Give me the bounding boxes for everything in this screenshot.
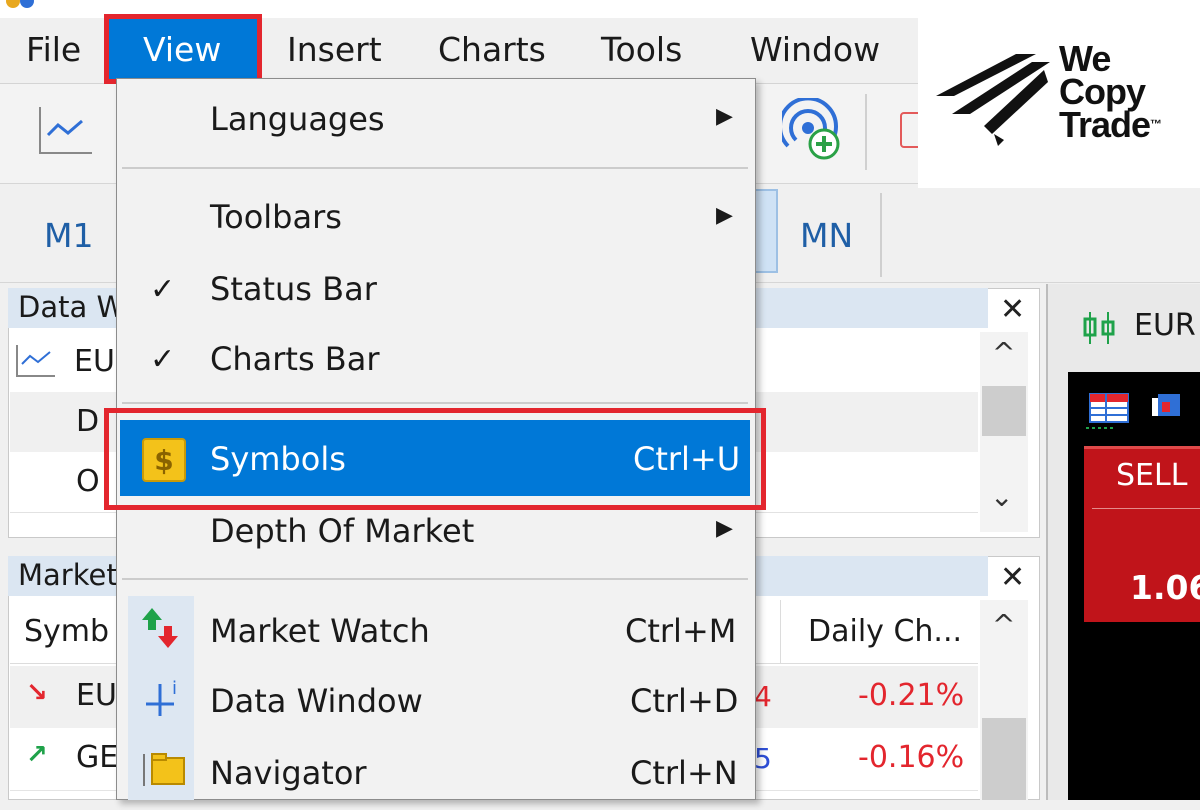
market-watch-scroll-thumb[interactable]	[982, 718, 1026, 800]
sell-divider	[1092, 508, 1200, 509]
column-separator[interactable]	[780, 600, 781, 664]
menu-item-data-window-shortcut: Ctrl+D	[630, 682, 739, 720]
wecopytrade-mark-icon	[936, 54, 1050, 146]
toolbar-separator	[865, 94, 867, 170]
data-window-field: D	[76, 404, 100, 439]
svg-text:i: i	[172, 678, 177, 699]
trend-up-icon: ↗	[26, 740, 48, 770]
menu-item-market-watch-label: Market Watch	[210, 612, 430, 650]
menu-item-navigator-label: Navigator	[210, 754, 367, 792]
submenu-arrow-icon: ▶	[716, 104, 733, 129]
data-window-symbol: EU	[74, 344, 115, 379]
data-window-scroll-thumb[interactable]	[982, 386, 1026, 436]
scroll-up-icon[interactable]: ^	[992, 608, 1015, 641]
market-watch-price: 4	[754, 680, 772, 713]
market-watch-price: 5	[754, 742, 772, 775]
dollar-icon: $	[142, 438, 186, 482]
market-watch-title: Market	[18, 558, 118, 592]
menu-item-languages-label: Languages	[210, 100, 385, 138]
menu-separator	[122, 167, 748, 169]
market-watch-close-icon[interactable]: ✕	[1000, 560, 1025, 595]
menu-item-market-watch-shortcut: Ctrl+M	[625, 612, 737, 650]
timeframe-m1[interactable]: M1	[44, 216, 93, 255]
wecopytrade-wordmark: We Copy Trade™	[1059, 41, 1162, 143]
market-watch-symbol: EU	[76, 678, 117, 713]
submenu-arrow-icon: ▶	[716, 516, 733, 541]
menu-item-depth-of-market-label: Depth Of Market	[210, 512, 475, 550]
menu-charts[interactable]: Charts	[438, 30, 546, 70]
market-watch-daily-change: -0.21%	[858, 678, 965, 713]
menu-window[interactable]: Window	[750, 30, 880, 70]
menu-item-toolbars-label: Toolbars	[210, 198, 342, 236]
check-icon: ✓	[150, 342, 176, 377]
wecopytrade-logo: We Copy Trade™	[918, 18, 1200, 188]
app-logo-icon	[2, 0, 48, 8]
scroll-down-icon[interactable]: ⌄	[990, 480, 1013, 513]
line-chart-icon[interactable]	[38, 105, 94, 157]
market-watch-symbol: GE	[76, 740, 119, 775]
menu-tools[interactable]: Tools	[601, 30, 682, 70]
timeframe-mn[interactable]: MN	[800, 216, 853, 255]
menu-view[interactable]: View	[143, 30, 221, 70]
menu-item-charts-bar-label: Charts Bar	[210, 340, 380, 378]
menu-item-symbols-label: Symbols	[210, 440, 346, 478]
line-chart-icon	[16, 345, 55, 377]
signals-icon[interactable]	[778, 96, 844, 162]
chart-trade-icons	[1086, 388, 1200, 432]
brand-line-3: Trade	[1059, 104, 1151, 145]
menu-separator	[122, 402, 748, 404]
brand-trademark: ™	[1150, 117, 1162, 131]
scroll-up-icon[interactable]: ^	[992, 336, 1015, 369]
menu-separator	[122, 578, 748, 580]
column-daily-change[interactable]: Daily Ch...	[808, 614, 962, 649]
menu-item-data-window-label: Data Window	[210, 682, 423, 720]
sell-label: SELL	[1116, 458, 1188, 493]
trend-down-icon: ↘	[26, 678, 48, 708]
menu-item-symbols-shortcut: Ctrl+U	[633, 440, 741, 478]
data-window-title: Data W	[18, 290, 126, 324]
sell-price: 1.06	[1130, 568, 1200, 607]
market-watch-icon	[136, 604, 186, 654]
submenu-arrow-icon: ▶	[716, 203, 733, 228]
data-window-icon: i	[140, 676, 186, 722]
menu-file[interactable]: File	[26, 30, 81, 70]
menu-item-status-bar-label: Status Bar	[210, 270, 377, 308]
data-window-field: O	[76, 464, 100, 499]
candlestick-icon	[1080, 310, 1120, 346]
check-icon: ✓	[150, 272, 176, 307]
navigator-folder-icon	[140, 748, 188, 792]
market-watch-daily-change: -0.16%	[858, 740, 965, 775]
chart-tab-title[interactable]: EUR	[1134, 308, 1196, 343]
menu-insert[interactable]: Insert	[287, 30, 382, 70]
menu-item-navigator-shortcut: Ctrl+N	[630, 754, 738, 792]
column-symbol[interactable]: Symb	[24, 614, 109, 649]
timeframe-separator	[880, 193, 882, 277]
data-window-close-icon[interactable]: ✕	[1000, 292, 1025, 327]
